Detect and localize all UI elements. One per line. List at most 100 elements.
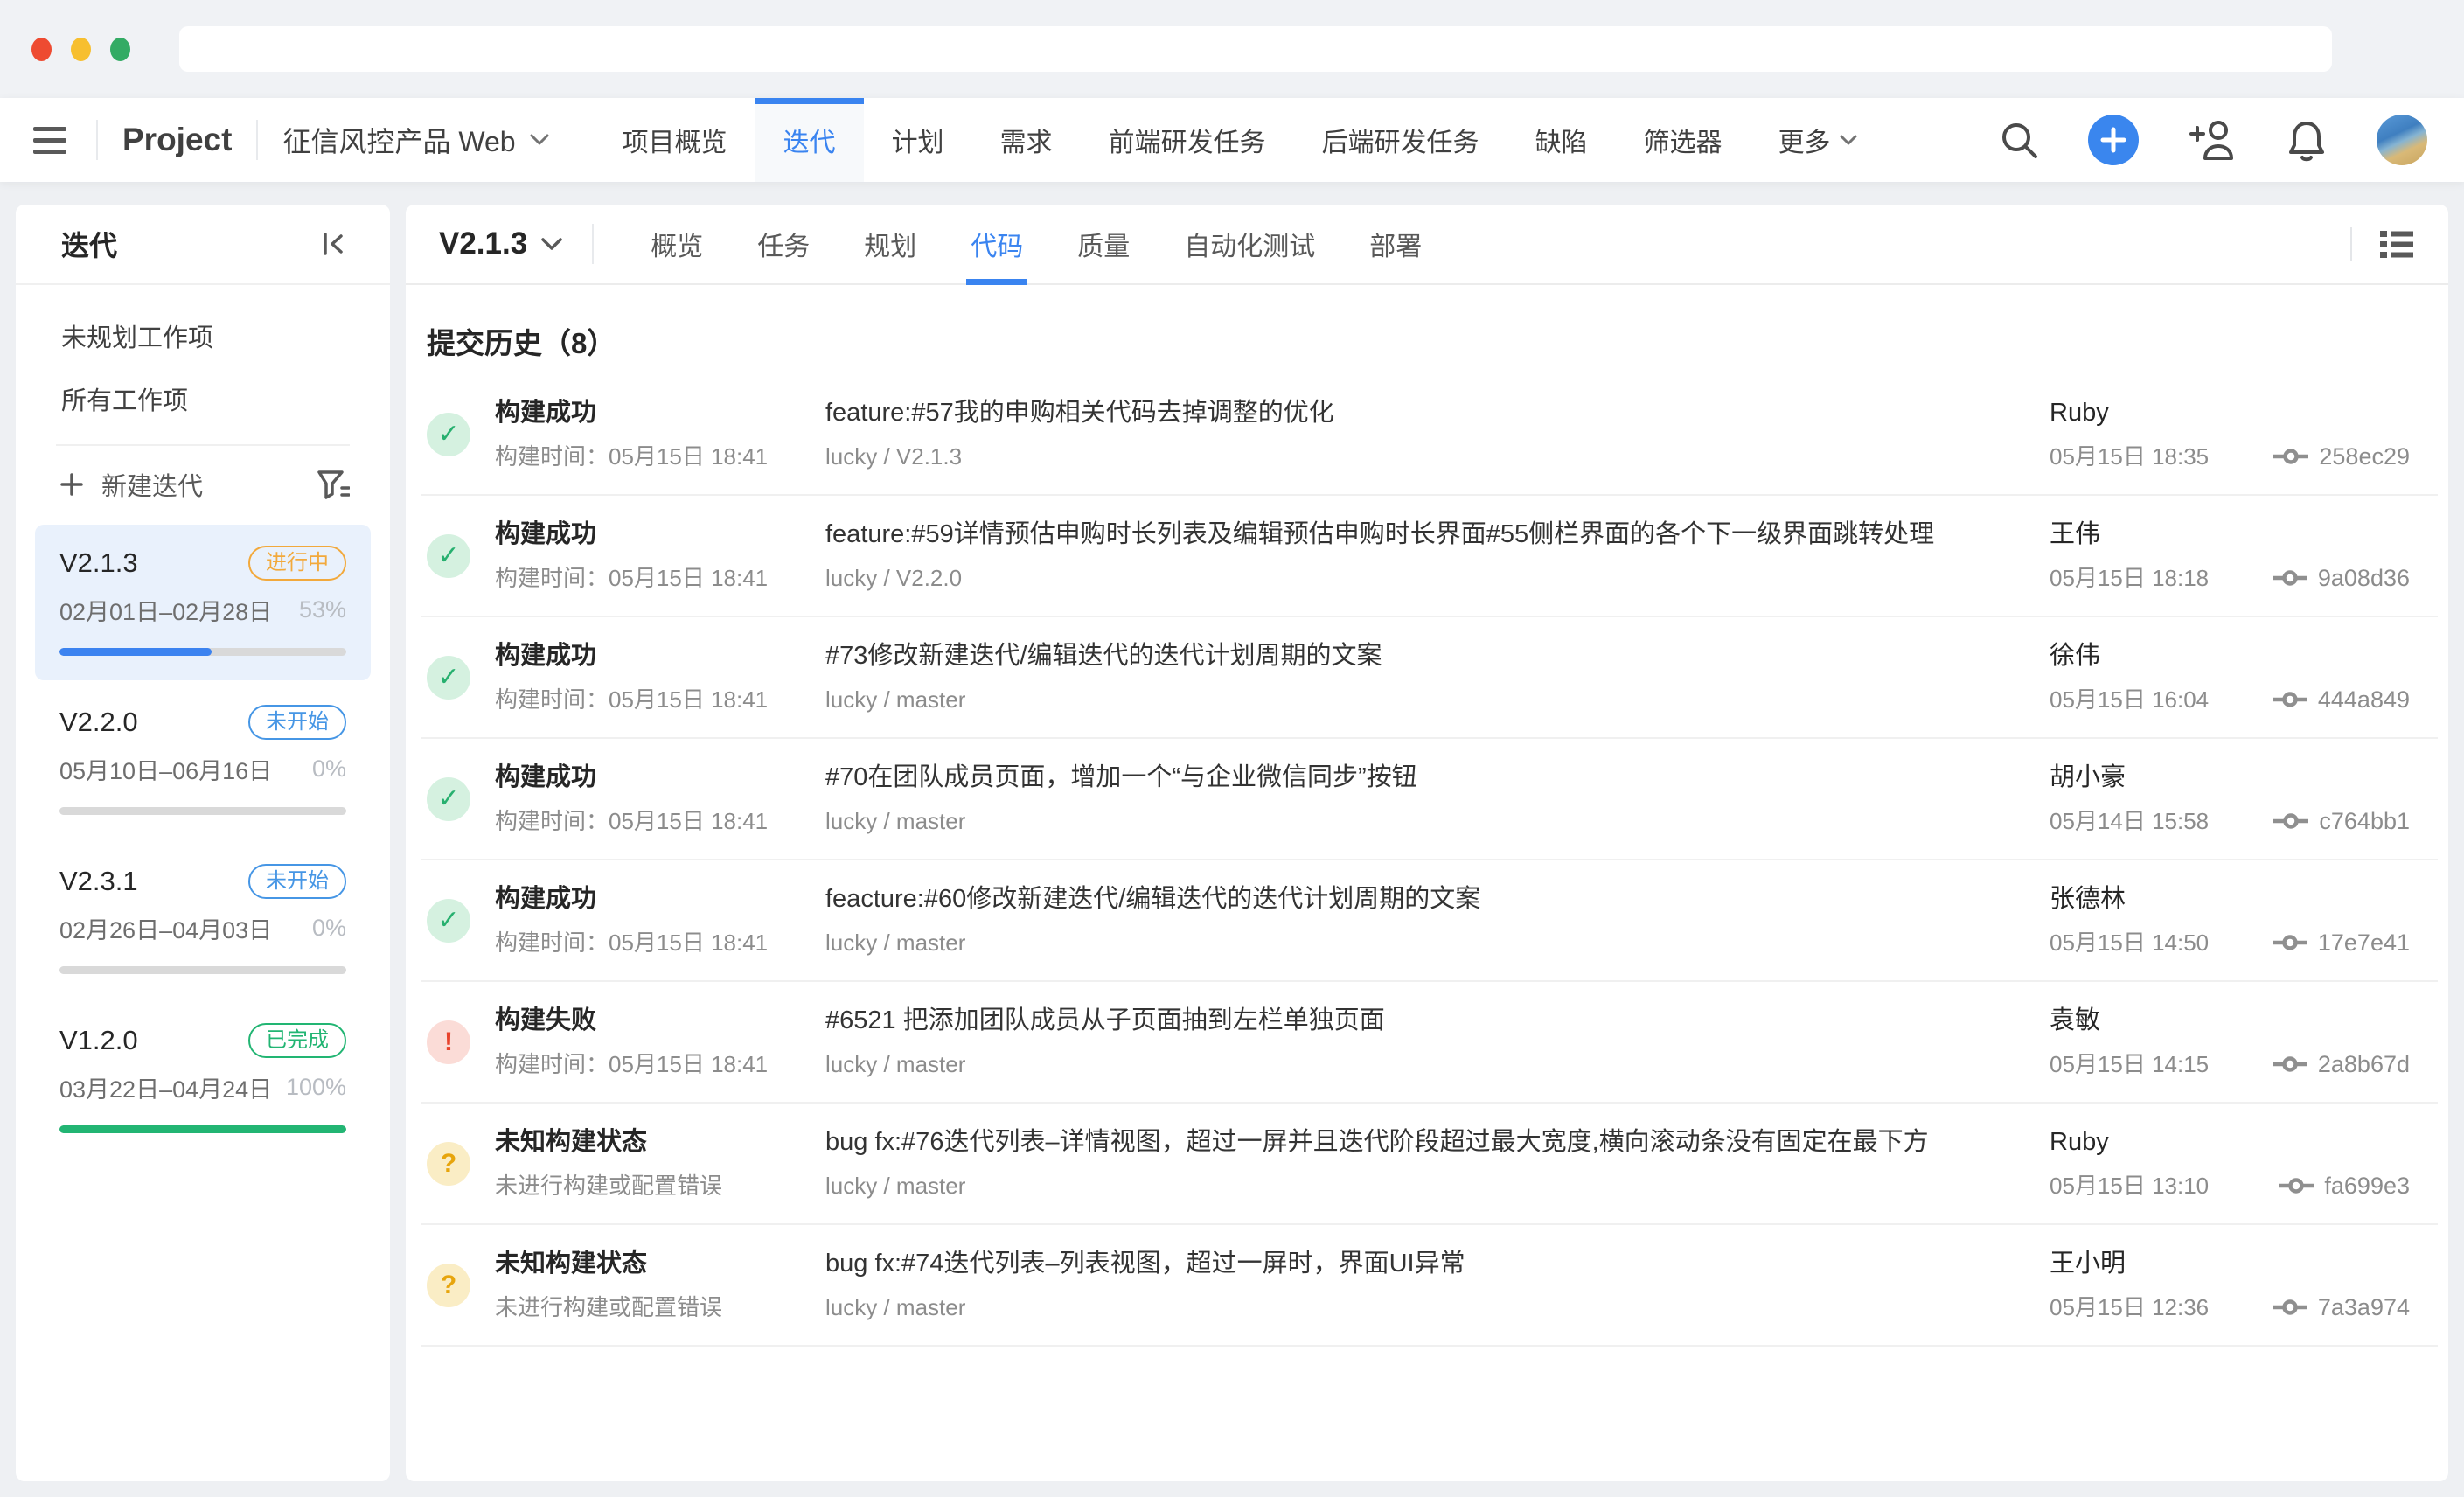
commit-hash-link[interactable]: 2a8b67d (2273, 1051, 2410, 1078)
main-tab[interactable]: 概览 (623, 205, 730, 283)
commit-hash-link[interactable]: 7a3a974 (2273, 1294, 2410, 1321)
iteration-status-badge: 未开始 (248, 864, 346, 899)
chevron-down-icon (1840, 135, 1857, 146)
commit-hash-icon (2273, 811, 2308, 832)
commit-row: ✓ 构建成功 构建时间：05月15日 18:41 feature:#59详情预估… (421, 496, 2438, 617)
address-bar[interactable] (179, 26, 2332, 72)
commit-hash-link[interactable]: 444a849 (2273, 686, 2410, 714)
commit-author: Ruby (2050, 398, 2410, 428)
filter-icon[interactable] (317, 469, 350, 500)
nav-tab[interactable]: 后端研发任务 (1294, 98, 1507, 182)
nav-tab-label: 需求 (1000, 121, 1053, 159)
add-member-icon[interactable] (2188, 119, 2237, 161)
build-status-title: 构建成功 (495, 519, 825, 550)
nav-tab-label: 前端研发任务 (1109, 121, 1266, 159)
nav-tab[interactable]: 筛选器 (1616, 98, 1751, 182)
build-status-icon: ✓ (427, 656, 470, 700)
iteration-item[interactable]: V2.1.3 进行中 02月01日–02月28日 53% (35, 525, 371, 680)
sidebar-link[interactable]: 未规划工作项 (16, 304, 390, 367)
sidebar-link[interactable]: 所有工作项 (16, 367, 390, 430)
iteration-sidebar: 迭代 未规划工作项 所有工作项 新建迭代 (16, 205, 390, 1481)
commit-message[interactable]: #6521 把添加团队成员从子页面抽到左栏单独页面 (825, 1006, 2023, 1036)
zoom-button[interactable] (110, 38, 130, 61)
build-status-icon: ✓ (427, 777, 470, 821)
iteration-progress-percent: 0% (312, 915, 346, 942)
browser-title-bar (0, 0, 2464, 98)
build-status-icon: ? (427, 1142, 470, 1186)
divider (592, 224, 594, 264)
main-tab[interactable]: 代码 (943, 205, 1050, 283)
nav-tab[interactable]: 更多 (1751, 98, 1885, 182)
main-tab[interactable]: 规划 (837, 205, 943, 283)
build-status-title: 未知构建状态 (495, 1249, 825, 1279)
main-tab[interactable]: 自动化测试 (1157, 205, 1342, 283)
menu-icon[interactable] (28, 122, 72, 159)
commit-message[interactable]: feature:#57我的申购相关代码去掉调整的优化 (825, 398, 2023, 428)
commit-hash-text: c764bb1 (2319, 808, 2410, 835)
commit-author: Ruby (2050, 1127, 2410, 1158)
commit-hash-text: 17e7e41 (2318, 930, 2410, 957)
commit-branch: lucky / V2.1.3 (825, 443, 2023, 470)
sidebar-title: 迭代 (61, 224, 117, 264)
user-avatar[interactable] (2377, 115, 2427, 165)
commit-message[interactable]: #70在团队成员页面，增加一个“与企业微信同步”按钮 (825, 762, 2023, 793)
new-iteration-button[interactable]: 新建迭代 (59, 466, 203, 503)
detail-tabs: 概览 任务 规划 代码 质量 (623, 205, 1449, 283)
collapse-sidebar-icon[interactable] (318, 228, 350, 260)
nav-tab-label: 后端研发任务 (1322, 121, 1479, 159)
nav-tab[interactable]: 缺陷 (1507, 98, 1616, 182)
project-name: 征信风控产品 Web (282, 120, 515, 160)
build-status-subtitle: 构建时间：05月15日 18:41 (495, 443, 825, 470)
commit-hash-link[interactable]: 17e7e41 (2273, 930, 2410, 957)
nav-tab[interactable]: 需求 (972, 98, 1081, 182)
notification-bell-icon[interactable] (2286, 117, 2328, 163)
iteration-item[interactable]: V1.2.0 已完成 03月22日–04月24日 100% (35, 1002, 371, 1158)
iteration-progress-track (59, 966, 346, 974)
commit-message[interactable]: bug fx:#76迭代列表–详情视图，超过一屏并且迭代阶段超过最大宽度,横向滚… (825, 1127, 2023, 1158)
build-status-icon: ? (427, 1264, 470, 1307)
list-view-icon[interactable] (2378, 228, 2415, 260)
commit-message[interactable]: #73修改新建迭代/编辑迭代的迭代计划周期的文案 (825, 641, 2023, 672)
iteration-selector[interactable]: V2.1.3 (439, 226, 562, 261)
nav-tab[interactable]: 计划 (864, 98, 972, 182)
commit-hash-icon (2273, 1054, 2307, 1075)
commit-hash-text: 7a3a974 (2318, 1294, 2410, 1321)
commit-hash-link[interactable]: 9a08d36 (2273, 565, 2410, 592)
nav-tab[interactable]: 迭代 (755, 98, 864, 182)
iteration-item[interactable]: V2.3.1 未开始 02月26日–04月03日 0% (35, 843, 371, 999)
iteration-status-badge: 进行中 (248, 546, 346, 581)
content-area: 迭代 未规划工作项 所有工作项 新建迭代 (0, 182, 2464, 1497)
iteration-item[interactable]: V2.2.0 未开始 05月10日–06月16日 0% (35, 684, 371, 839)
iteration-progress-fill (59, 648, 212, 656)
commit-author: 徐伟 (2050, 641, 2410, 672)
commit-message[interactable]: feacture:#60修改新建迭代/编辑迭代的迭代计划周期的文案 (825, 884, 2023, 915)
search-icon[interactable] (1999, 120, 2039, 160)
commit-hash-link[interactable]: 258ec29 (2273, 443, 2410, 470)
nav-tab[interactable]: 前端研发任务 (1081, 98, 1294, 182)
commit-hash-link[interactable]: c764bb1 (2273, 808, 2410, 835)
main-tab[interactable]: 部署 (1342, 205, 1449, 283)
commit-row: ✓ 构建成功 构建时间：05月15日 18:41 feacture:#60修改新… (421, 860, 2438, 982)
commit-message[interactable]: bug fx:#74迭代列表–列表视图，超过一屏时，界面UI异常 (825, 1249, 2023, 1279)
commit-row: ! 构建失败 构建时间：05月15日 18:41 #6521 把添加团队成员从子… (421, 982, 2438, 1104)
nav-tab[interactable]: 项目概览 (595, 98, 755, 182)
minimize-button[interactable] (71, 38, 91, 61)
build-status-subtitle: 未进行构建或配置错误 (495, 1294, 825, 1321)
commit-hash-icon (2273, 1297, 2307, 1318)
commit-date: 05月15日 12:36 (2050, 1294, 2209, 1321)
commit-hash-link[interactable]: fa699e3 (2279, 1173, 2410, 1200)
commit-message[interactable]: feature:#59详情预估申购时长列表及编辑预估申购时长界面#55侧栏界面的… (825, 519, 2023, 550)
commit-branch: lucky / master (825, 1294, 2023, 1321)
main-tab[interactable]: 质量 (1050, 205, 1157, 283)
top-navbar: Project 征信风控产品 Web 项目概览 迭代 计划 需求 (0, 98, 2464, 182)
commit-date: 05月15日 18:35 (2050, 443, 2209, 470)
iteration-name: V2.2.0 (59, 707, 138, 738)
main-tab[interactable]: 任务 (730, 205, 837, 283)
close-button[interactable] (31, 38, 52, 61)
create-plus-button[interactable] (2088, 115, 2139, 165)
build-status-subtitle: 未进行构建或配置错误 (495, 1173, 825, 1200)
nav-tab-label: 筛选器 (1644, 121, 1723, 159)
commit-branch: lucky / master (825, 1051, 2023, 1078)
project-selector[interactable]: 征信风控产品 Web (282, 120, 548, 160)
commit-row: ✓ 构建成功 构建时间：05月15日 18:41 #70在团队成员页面，增加一个… (421, 739, 2438, 860)
